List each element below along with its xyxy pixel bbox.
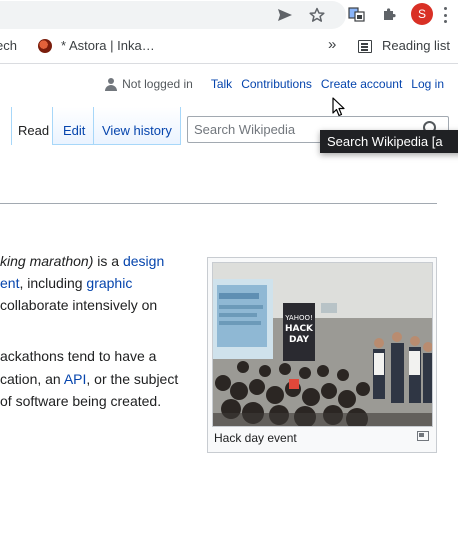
create-account-link[interactable]: Create account — [321, 77, 402, 91]
tab-edit[interactable]: Edit — [53, 107, 94, 145]
send-icon[interactable] — [274, 4, 296, 26]
body-line: cation, an API, or the subject — [0, 371, 179, 387]
profile-initial: S — [417, 7, 426, 21]
tab-divider — [53, 144, 181, 145]
figure-thumbnail: YAHOO! HACK DAY Hack day event — [207, 257, 437, 453]
double-chevron-icon[interactable]: » — [328, 36, 336, 53]
profile-avatar[interactable]: S — [411, 3, 433, 25]
banner-line-3: DAY — [289, 335, 310, 345]
api-link[interactable]: API — [64, 371, 87, 387]
puzzle-icon[interactable] — [378, 4, 400, 26]
tab-edit-label: Edit — [63, 123, 86, 138]
log-in-link[interactable]: Log in — [411, 77, 444, 91]
banner-line-1: YAHOO! — [284, 314, 313, 322]
body-line: of software being created. — [0, 393, 162, 409]
bookmark-item[interactable]: ech — [0, 38, 17, 53]
banner-line-2: HACK — [285, 324, 314, 334]
search-placeholder: Search Wikipedia — [194, 122, 296, 137]
bookmarks-bar: ech * Astora | Inka… » Reading list — [0, 30, 458, 64]
personal-tools: Not logged in Talk Contributions Create … — [105, 77, 444, 91]
menu-icon[interactable] — [443, 7, 447, 23]
body-line: ent, including graphic — [0, 275, 133, 291]
reading-list-button[interactable]: Reading list — [382, 38, 450, 53]
tab-read-label: Read — [18, 123, 50, 138]
tab-view-history-label: View history — [102, 123, 172, 138]
design-link[interactable]: design — [123, 253, 164, 269]
extension-window-icon[interactable] — [346, 4, 368, 26]
heading-divider — [0, 203, 437, 204]
body-line: collaborate intensively on — [0, 297, 158, 313]
search-tooltip: Search Wikipedia [a — [320, 130, 458, 153]
tab-view-history[interactable]: View history — [94, 107, 181, 145]
contributions-link[interactable]: Contributions — [241, 77, 312, 91]
body-link[interactable]: ent — [0, 275, 19, 291]
bookmark-item[interactable]: * Astora | Inka… — [61, 38, 155, 53]
hack-day-photo[interactable]: YAHOO! HACK DAY — [212, 262, 433, 427]
body-line: ackathons tend to have a — [0, 348, 157, 364]
not-logged-in-text: Not logged in — [122, 77, 193, 91]
user-icon — [105, 77, 118, 91]
reading-list-icon — [358, 40, 372, 53]
star-icon[interactable] — [306, 4, 328, 26]
tab-read[interactable]: Read — [11, 107, 53, 145]
talk-link[interactable]: Talk — [211, 77, 232, 91]
figure-caption: Hack day event — [214, 431, 297, 445]
astora-favicon-icon — [38, 39, 52, 53]
mouse-cursor-icon — [332, 97, 345, 117]
body-line: king marathon) is a design — [0, 253, 165, 269]
browser-toolbar: S — [0, 0, 458, 30]
search-tooltip-text: Search Wikipedia [a — [327, 134, 443, 149]
enlarge-icon[interactable] — [417, 431, 429, 441]
graphic-link[interactable]: graphic — [86, 275, 132, 291]
